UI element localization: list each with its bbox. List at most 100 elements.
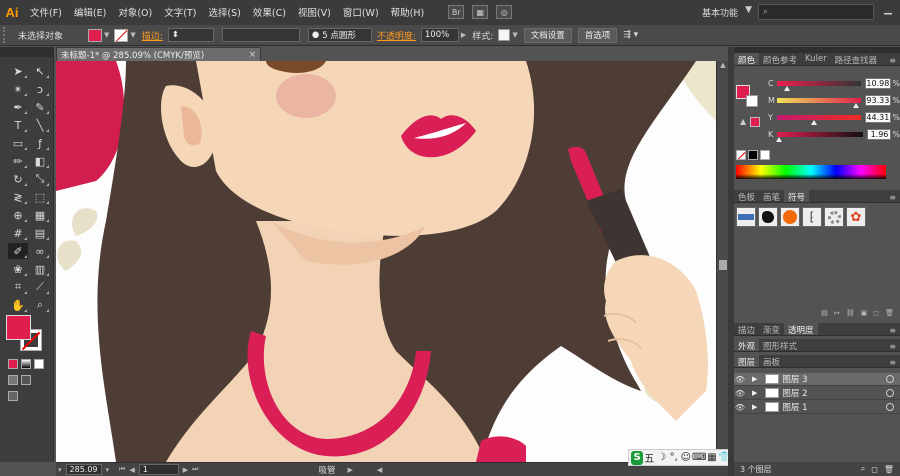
magic-wand-tool-icon[interactable]: ✴	[8, 81, 28, 97]
curvature-tool-icon[interactable]: ✎	[30, 99, 50, 115]
eraser-tool-icon[interactable]: ◧	[30, 153, 50, 169]
color-spectrum-bar[interactable]	[736, 165, 886, 179]
menu-file[interactable]: 文件(F)	[24, 5, 68, 19]
arrange-icon[interactable]: ⇶ ▾	[620, 30, 641, 40]
slider-knob[interactable]	[811, 119, 818, 125]
panel-menu-icon[interactable]: ≡	[889, 193, 896, 202]
tab-appearance[interactable]: 外观	[734, 339, 760, 352]
blend-tool-icon[interactable]: ∞	[30, 243, 50, 259]
pencil-tool-icon[interactable]: ✏	[8, 153, 28, 169]
menu-object[interactable]: 对象(O)	[112, 5, 158, 19]
yellow-value[interactable]: 44.31	[865, 111, 892, 123]
preferences-button[interactable]: 首选项	[577, 27, 618, 43]
artboard-field[interactable]: 1	[138, 464, 179, 475]
zoom-field[interactable]: 285.09	[65, 464, 102, 475]
stroke-weight-field[interactable]: ⬍	[167, 28, 214, 42]
slider-knob[interactable]	[776, 136, 783, 142]
target-circle-icon[interactable]	[886, 389, 894, 397]
rectangle-tool-icon[interactable]: ▭	[8, 135, 28, 151]
menu-help[interactable]: 帮助(H)	[385, 5, 431, 19]
draw-behind-icon[interactable]	[21, 375, 31, 385]
menu-view[interactable]: 视图(V)	[292, 5, 337, 19]
place-symbol-icon[interactable]: ↦	[834, 309, 840, 319]
slider-knob[interactable]	[783, 85, 790, 91]
pen-tool-icon[interactable]: ✒	[8, 99, 28, 115]
layer-name[interactable]: 图层 1	[782, 401, 807, 413]
delete-layer-icon[interactable]: 🗑	[884, 465, 894, 474]
magenta-slider[interactable]	[777, 97, 862, 108]
target-circle-icon[interactable]	[886, 403, 894, 411]
menu-window[interactable]: 窗口(W)	[337, 5, 385, 19]
stroke-label[interactable]: 描边:	[139, 29, 166, 42]
gpu-icon[interactable]: ◎	[496, 5, 513, 19]
new-layer-icon[interactable]: ◻	[871, 465, 878, 474]
symbol-bracket-icon[interactable]: ⁅	[802, 207, 822, 227]
tab-pathfinder[interactable]: 路径查找器	[831, 53, 882, 66]
chevron-down-icon[interactable]: ▼	[104, 31, 109, 39]
first-artboard-icon[interactable]: ⏮	[119, 465, 125, 474]
rotate-tool-icon[interactable]: ↻	[8, 171, 28, 187]
layer-row[interactable]: 👁 ▶ 图层 3	[734, 373, 900, 386]
tab-stroke[interactable]: 描边	[734, 323, 759, 336]
symbol-options-icon[interactable]: ▣	[861, 309, 868, 319]
break-link-icon[interactable]: ⛓	[846, 309, 855, 319]
search-input[interactable]: ⌕	[758, 4, 874, 20]
line-tool-icon[interactable]: ╲	[30, 117, 50, 133]
none-swatch[interactable]	[736, 150, 746, 160]
menu-edit[interactable]: 编辑(E)	[68, 5, 112, 19]
black-value[interactable]: 1.96	[866, 128, 892, 140]
menu-select[interactable]: 选择(S)	[202, 5, 246, 19]
layer-row[interactable]: 👁 ▶ 图层 1	[734, 401, 900, 414]
color-panel-stroke[interactable]	[746, 95, 758, 107]
tools-panel-header[interactable]	[0, 47, 53, 57]
minimize-button[interactable]: ▁	[880, 4, 896, 19]
none-mode-swatch[interactable]	[34, 359, 44, 369]
panel-grip[interactable]	[3, 27, 9, 43]
new-symbol-icon[interactable]: ◻	[873, 309, 879, 319]
tab-color-guide[interactable]: 颜色参考	[759, 53, 801, 66]
ime-mode-label[interactable]: 五	[643, 450, 655, 465]
white-swatch[interactable]	[760, 150, 770, 160]
brush-dropdown[interactable]: ● 5 点圆形	[307, 28, 372, 42]
tab-kuler[interactable]: Kuler	[801, 53, 831, 65]
locate-object-icon[interactable]: ⌕	[861, 464, 865, 474]
stroke-swatch[interactable]	[114, 28, 129, 42]
workspace-switcher[interactable]: 基本功能	[702, 6, 738, 19]
chevron-right-icon[interactable]: ▶	[461, 31, 466, 39]
tab-transparency[interactable]: 透明度	[784, 323, 818, 336]
color-mode-swatch[interactable]	[8, 359, 18, 369]
zoom-tool-icon[interactable]: ⌕	[30, 297, 50, 313]
punctuation-icon[interactable]: °,	[668, 452, 680, 463]
gradient-mode-swatch[interactable]	[21, 359, 31, 369]
chevron-down-icon[interactable]: ▼	[745, 5, 752, 15]
mesh-tool-icon[interactable]: #	[8, 225, 28, 241]
tab-graphic-styles[interactable]: 图形样式	[759, 339, 801, 352]
web-safe-swatch[interactable]	[750, 117, 760, 127]
tab-symbols[interactable]: 符号	[784, 190, 810, 203]
panel-menu-icon[interactable]: ≡	[889, 56, 896, 65]
visibility-eye-icon[interactable]: 👁	[734, 403, 746, 412]
moon-icon[interactable]: ☽	[655, 452, 667, 463]
scrollbar-thumb[interactable]	[719, 260, 727, 270]
tab-swatches[interactable]: 色板	[734, 190, 759, 203]
lasso-tool-icon[interactable]: ↄ	[30, 81, 50, 97]
ime-logo[interactable]: S	[631, 450, 644, 465]
panel-menu-icon[interactable]: ≡	[889, 358, 896, 367]
selection-tool-icon[interactable]: ➤	[8, 63, 28, 79]
symbol-flower-icon[interactable]: ✿	[846, 207, 866, 227]
expand-arrow-icon[interactable]: ▶	[752, 389, 757, 397]
cyan-value[interactable]: 10.98	[865, 77, 892, 89]
gradient-tool-icon[interactable]: ▤	[30, 225, 50, 241]
symbol-orange-ball-icon[interactable]	[780, 207, 800, 227]
symbol-ring-icon[interactable]	[824, 207, 844, 227]
direct-selection-tool-icon[interactable]: ↖	[30, 63, 50, 79]
slider-knob[interactable]	[852, 102, 859, 108]
visibility-eye-icon[interactable]: 👁	[734, 389, 746, 398]
opacity-label[interactable]: 不透明度:	[374, 29, 419, 42]
chevron-down-icon[interactable]: ▼	[512, 31, 517, 39]
gamut-warning-icon[interactable]: ▲	[740, 117, 748, 126]
tab-gradient[interactable]: 渐变	[759, 323, 784, 336]
chevron-right-icon[interactable]: ▶	[347, 466, 352, 474]
panel-menu-icon[interactable]: ≡	[889, 326, 896, 335]
chevron-down-icon[interactable]: ▾	[58, 466, 62, 474]
